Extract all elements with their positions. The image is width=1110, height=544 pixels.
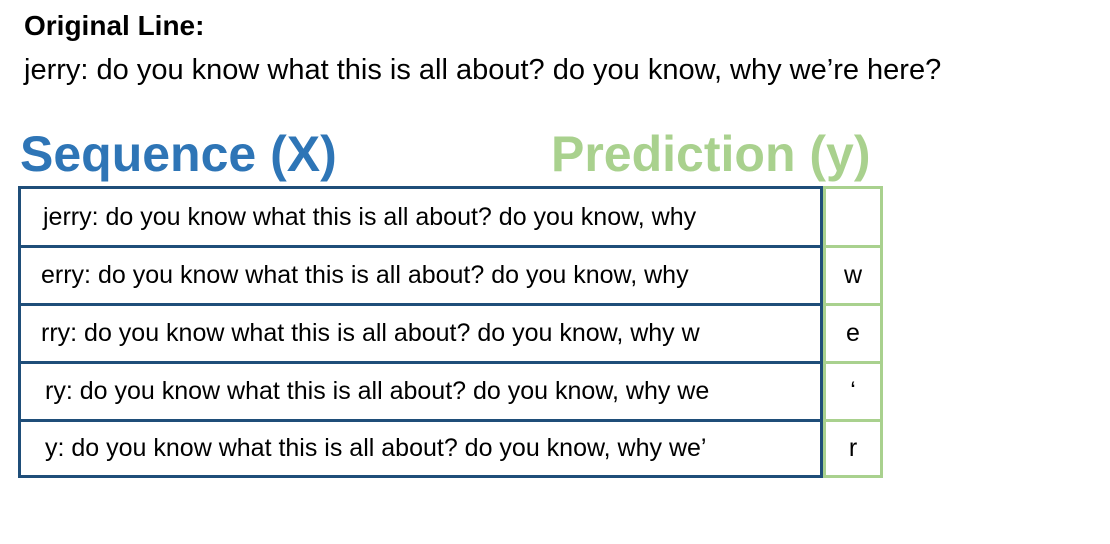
sequence-row: y: do you know what this is all about? d…: [21, 419, 820, 475]
prediction-heading: Prediction (y): [551, 126, 871, 182]
sequence-heading: Sequence (X): [20, 126, 337, 182]
original-line-text: jerry: do you know what this is all abou…: [24, 54, 942, 86]
prediction-cell: [826, 189, 880, 245]
prediction-table: w e ‘ r: [823, 186, 883, 478]
sequence-row: jerry: do you know what this is all abou…: [43, 203, 697, 231]
sequence-row: rry: do you know what this is all about?…: [21, 303, 820, 361]
prediction-cell: r: [826, 419, 880, 475]
prediction-cell: e: [826, 303, 880, 361]
prediction-cell: w: [826, 245, 880, 303]
sequence-row: ry: do you know what this is all about? …: [21, 361, 820, 419]
prediction-cell: ‘: [826, 361, 880, 419]
original-line-heading: Original Line:: [24, 10, 205, 41]
sequence-table: jerry: do you know what this is all abou…: [18, 186, 823, 478]
sequence-row: erry: do you know what this is all about…: [21, 245, 820, 303]
